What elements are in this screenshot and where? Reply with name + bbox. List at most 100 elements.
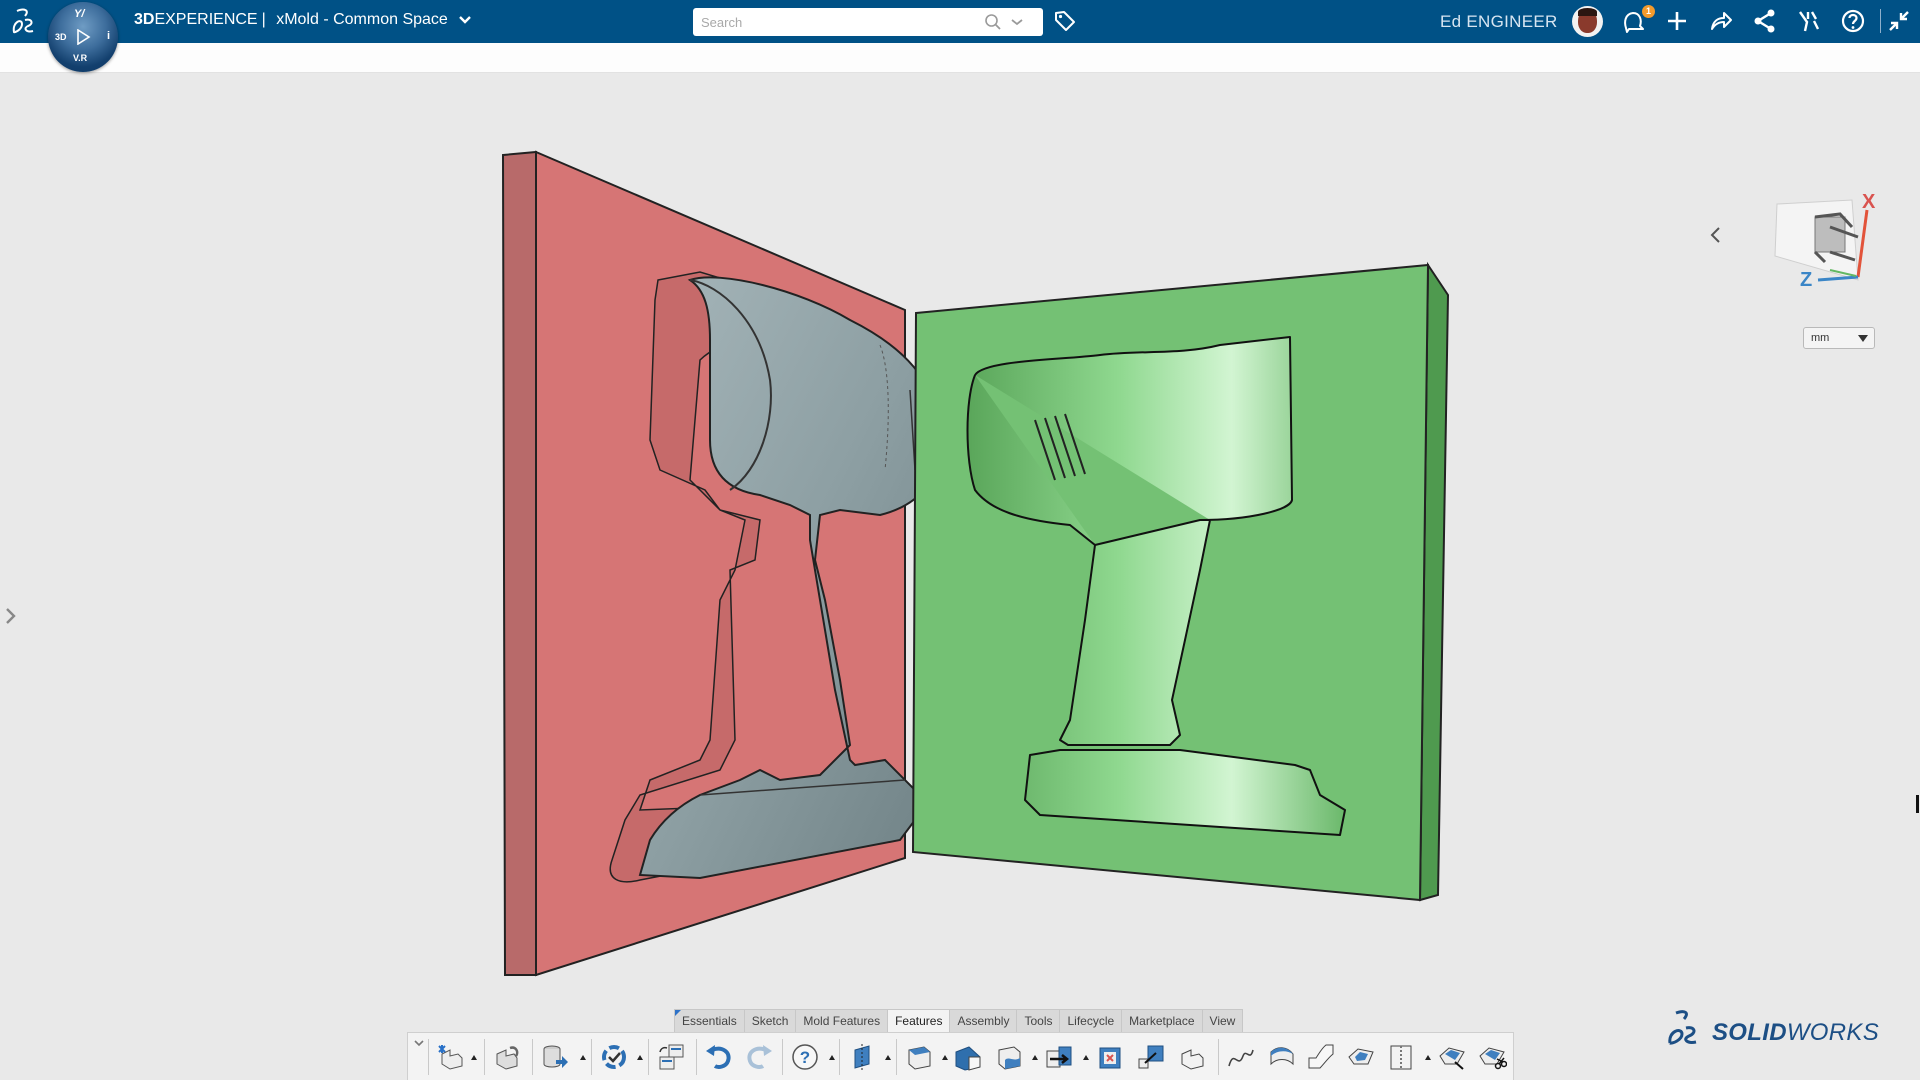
knit-flyout[interactable] xyxy=(1425,1055,1431,1060)
redo-button[interactable] xyxy=(742,1040,776,1074)
new-part-button[interactable] xyxy=(434,1040,468,1074)
search-box[interactable] xyxy=(693,8,1043,36)
scale-icon xyxy=(1138,1045,1164,1069)
tab-mold-features[interactable]: Mold Features xyxy=(796,1009,889,1032)
boundary-surface-icon xyxy=(1270,1047,1294,1066)
offset-surface-button[interactable] xyxy=(1435,1040,1469,1074)
extruded-boss-button[interactable] xyxy=(902,1040,936,1074)
tab-features[interactable]: Features xyxy=(888,1009,951,1032)
sw-rest: WORKS xyxy=(1786,1019,1880,1046)
ds-logo-icon[interactable] xyxy=(8,6,38,36)
search-options-chevron-icon[interactable] xyxy=(1010,16,1024,28)
mold-scene[interactable] xyxy=(0,74,1920,1080)
cursor-mark xyxy=(1916,795,1919,813)
boss-flyout[interactable] xyxy=(942,1055,948,1060)
rebuild-button[interactable] xyxy=(490,1040,524,1074)
offset-surface-icon xyxy=(1439,1047,1465,1070)
chevron-left-icon[interactable] xyxy=(1708,225,1724,245)
cut-flyout[interactable] xyxy=(1032,1055,1038,1060)
toolbar-separator xyxy=(648,1039,649,1075)
spline-button[interactable] xyxy=(1224,1040,1258,1074)
app-title[interactable]: 3DEXPERIENCE | xMold - Common Space xyxy=(134,11,472,29)
command-manager-toolbar: ? xyxy=(407,1032,1514,1080)
avatar-hair xyxy=(1578,8,1597,16)
cut-with-surface-button[interactable] xyxy=(992,1040,1026,1074)
thicken-icon xyxy=(1181,1049,1204,1070)
undo-button[interactable] xyxy=(702,1040,736,1074)
tab-tools[interactable]: Tools xyxy=(1017,1009,1061,1032)
apps-icon[interactable] xyxy=(1796,8,1822,34)
search-input[interactable] xyxy=(701,12,971,32)
share-icon[interactable] xyxy=(1708,8,1734,34)
trim-surface-button[interactable] xyxy=(1475,1040,1509,1074)
move-face-flyout[interactable] xyxy=(1083,1055,1089,1060)
trim-surface-icon xyxy=(1479,1047,1507,1070)
chamfer-button[interactable] xyxy=(951,1040,985,1074)
new-part-icon xyxy=(438,1045,463,1070)
solidworks-logo: SOLIDWORKS xyxy=(1662,1005,1882,1049)
compass-vr-quadrant[interactable]: V.R xyxy=(73,53,87,63)
save-flyout[interactable] xyxy=(580,1055,586,1060)
knit-surface-icon xyxy=(1390,1045,1412,1070)
chevron-down-icon[interactable] xyxy=(412,1036,426,1050)
tab-sketch[interactable]: Sketch xyxy=(744,1009,797,1032)
tab-marketplace[interactable]: Marketplace xyxy=(1122,1009,1203,1032)
help-flyout[interactable] xyxy=(829,1055,835,1060)
notification-badge: 1 xyxy=(1642,5,1655,18)
compass-social-quadrant[interactable]: Y/ xyxy=(74,8,84,20)
thicken-button[interactable] xyxy=(1175,1040,1209,1074)
solidworks-wordmark: SOLIDWORKS xyxy=(1712,1019,1879,1047)
reference-plane-icon xyxy=(854,1044,870,1070)
copy-with-references-button[interactable] xyxy=(654,1040,688,1074)
command-manager-tabs: Essentials Sketch Mold Features Features… xyxy=(674,1009,1244,1032)
top-bar: Y/ 3D i V.R 3DEXPERIENCE | xMold - Common… xyxy=(0,0,1920,72)
compass-info-quadrant[interactable]: i xyxy=(107,30,110,42)
social-share-icon[interactable] xyxy=(1752,8,1778,34)
view-cube[interactable]: X Z xyxy=(1770,192,1900,302)
add-icon[interactable] xyxy=(1664,8,1690,34)
knit-surface-button[interactable] xyxy=(1384,1040,1418,1074)
save-to-platform-button[interactable] xyxy=(538,1040,572,1074)
delete-face-button[interactable] xyxy=(1093,1040,1127,1074)
side-panel-expand-icon[interactable] xyxy=(4,606,18,626)
compass-widget[interactable]: Y/ 3D i V.R xyxy=(48,2,118,72)
move-face-icon xyxy=(1046,1046,1072,1068)
save-database-icon xyxy=(543,1045,568,1068)
scale-button[interactable] xyxy=(1134,1040,1168,1074)
new-part-flyout[interactable] xyxy=(471,1055,477,1060)
user-name[interactable]: Ed ENGINEER xyxy=(1440,12,1558,32)
move-face-button[interactable] xyxy=(1042,1040,1076,1074)
tab-essentials[interactable]: Essentials xyxy=(674,1009,745,1032)
collapse-icon[interactable] xyxy=(1886,8,1912,34)
avatar[interactable] xyxy=(1572,6,1603,37)
toolbar-separator xyxy=(1218,1039,1219,1075)
toolbar-separator xyxy=(696,1039,697,1075)
svg-text:?: ? xyxy=(800,1048,810,1067)
lifecycle-update-button[interactable] xyxy=(597,1040,631,1074)
app-name: xMold - Common Space xyxy=(276,11,448,28)
3d-viewport[interactable]: X Z mm xyxy=(0,74,1920,1080)
swept-surface-button[interactable] xyxy=(1304,1040,1338,1074)
plane-flyout[interactable] xyxy=(885,1055,891,1060)
units-select[interactable]: mm xyxy=(1803,327,1875,349)
tab-view[interactable]: View xyxy=(1202,1009,1244,1032)
extruded-boss-icon xyxy=(908,1046,931,1070)
filled-surface-button[interactable] xyxy=(1344,1040,1378,1074)
help-icon: ? xyxy=(792,1044,818,1070)
play-icon[interactable] xyxy=(75,29,91,45)
undo-icon xyxy=(706,1045,731,1069)
reference-plane-button[interactable] xyxy=(846,1040,880,1074)
search-icon[interactable] xyxy=(984,13,1002,31)
chevron-down-icon[interactable] xyxy=(458,15,472,25)
tab-lifecycle[interactable]: Lifecycle xyxy=(1060,1009,1123,1032)
cavity-mold-half[interactable] xyxy=(911,261,1450,902)
help-button[interactable]: ? xyxy=(788,1040,822,1074)
filled-surface-icon xyxy=(1348,1048,1374,1065)
lifecycle-flyout[interactable] xyxy=(637,1055,643,1060)
tag-icon[interactable] xyxy=(1053,9,1077,33)
compass-3d-quadrant[interactable]: 3D xyxy=(55,32,67,42)
boundary-surface-button[interactable] xyxy=(1265,1040,1299,1074)
tab-assembly[interactable]: Assembly xyxy=(950,1009,1018,1032)
toolbar-separator xyxy=(591,1039,592,1075)
help-icon[interactable] xyxy=(1840,8,1866,34)
